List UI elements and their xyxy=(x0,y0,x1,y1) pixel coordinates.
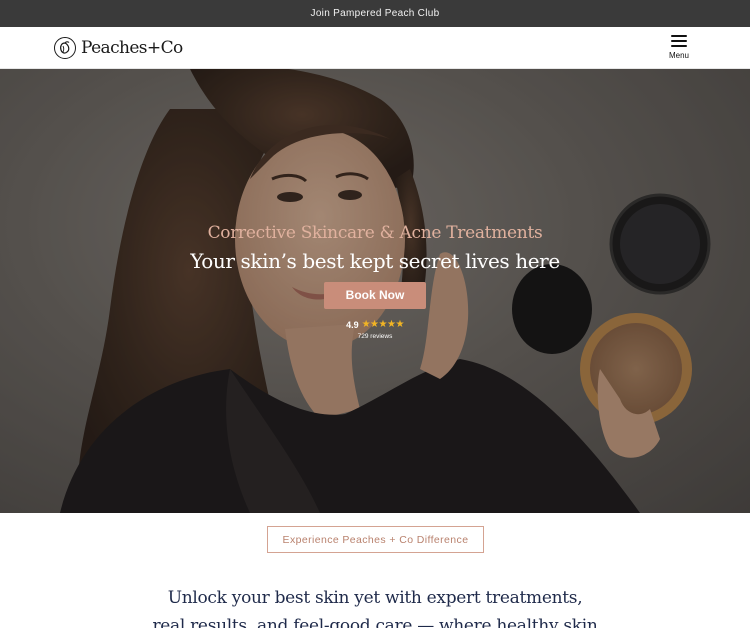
book-now-button[interactable]: Book Now xyxy=(324,282,426,309)
rating-score: 4.9 xyxy=(346,319,359,330)
site-header: Peaches+Co Menu xyxy=(0,27,750,69)
hero-title: Your skin’s best kept secret lives here xyxy=(190,249,560,273)
star-rating-icon: ★★★★★ xyxy=(361,319,405,330)
intro-text: Unlock your best skin yet with expert tr… xyxy=(0,584,750,628)
brand-logo[interactable]: Peaches+Co xyxy=(54,35,183,61)
hero-section: Corrective Skincare & Acne Treatments Yo… xyxy=(0,69,750,513)
announcement-bar[interactable]: Join Pampered Peach Club xyxy=(0,0,750,27)
logo-text: Peaches+Co xyxy=(81,38,183,58)
announcement-text[interactable]: Join Pampered Peach Club xyxy=(311,8,440,19)
menu-button[interactable]: Menu xyxy=(666,34,692,64)
menu-label: Menu xyxy=(668,51,689,60)
rating-summary[interactable]: 4.9 ★★★★★ xyxy=(0,319,750,330)
experience-difference-button[interactable]: Experience Peaches + Co Difference xyxy=(267,526,484,553)
hero-eyebrow: Corrective Skincare & Acne Treatments xyxy=(207,223,543,243)
review-count[interactable]: 729 reviews xyxy=(0,333,750,340)
intro-line-2: real results, and feel-good care — where… xyxy=(152,616,598,628)
peach-logo-icon xyxy=(54,37,76,59)
hamburger-icon xyxy=(671,35,687,47)
intro-line-1: Unlock your best skin yet with expert tr… xyxy=(167,588,583,608)
hero-content: Corrective Skincare & Acne Treatments Yo… xyxy=(0,223,750,340)
